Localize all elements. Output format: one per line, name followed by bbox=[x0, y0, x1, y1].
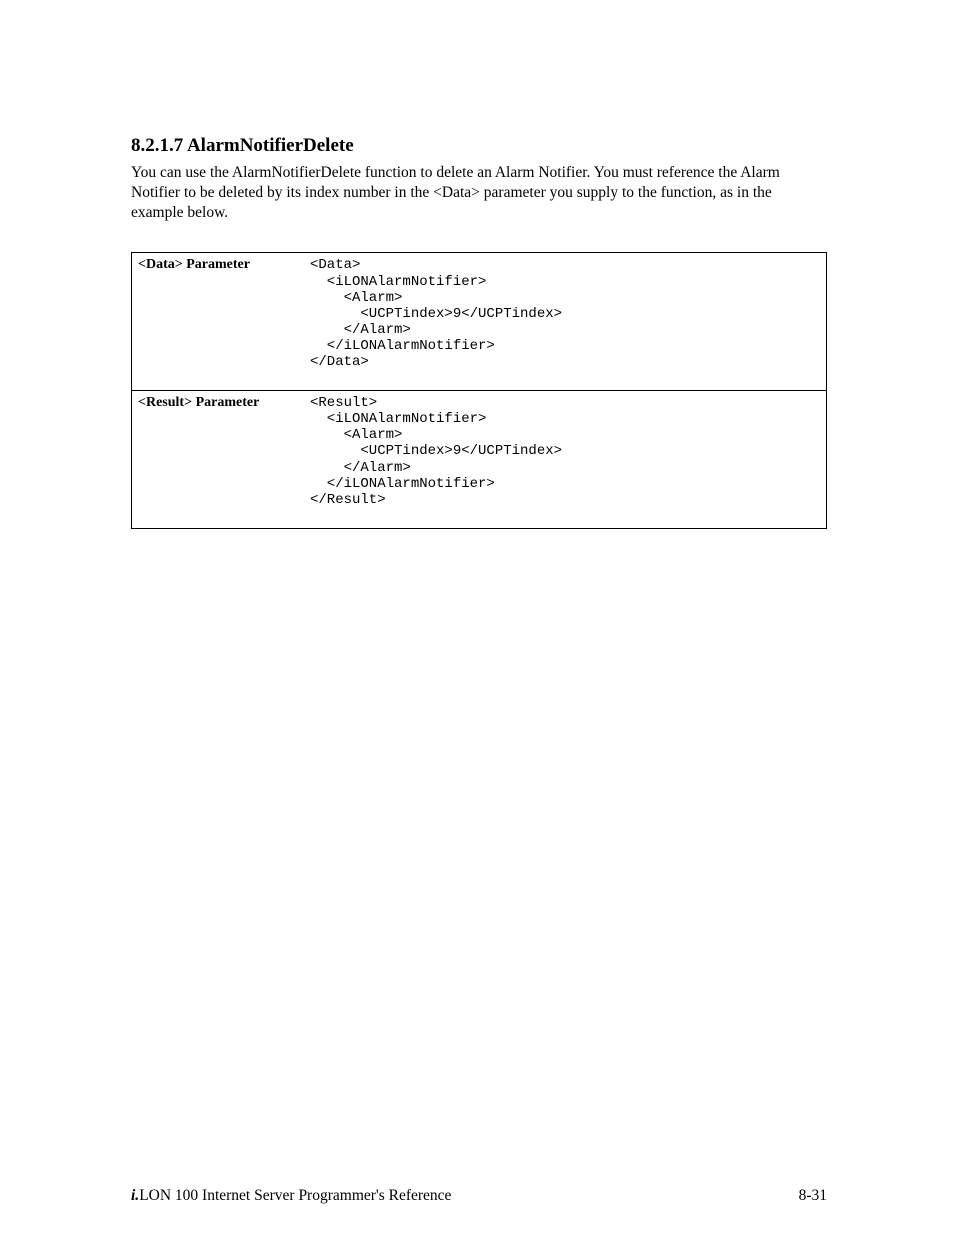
table-row: <Result> Parameter <Result> <iLONAlarmNo… bbox=[132, 391, 827, 529]
footer-title: i.LON 100 Internet Server Programmer's R… bbox=[131, 1187, 451, 1205]
footer-prefix: i. bbox=[131, 1187, 139, 1204]
page-footer: i.LON 100 Internet Server Programmer's R… bbox=[131, 1187, 827, 1205]
document-page: 8.2.1.7 AlarmNotifierDelete You can use … bbox=[0, 0, 954, 1235]
footer-doc-title: LON 100 Internet Server Programmer's Ref… bbox=[139, 1187, 451, 1204]
page-number: 8-31 bbox=[799, 1187, 827, 1205]
section-heading: 8.2.1.7 AlarmNotifierDelete bbox=[131, 135, 827, 157]
result-parameter-code: <Result> <iLONAlarmNotifier> <Alarm> <UC… bbox=[304, 391, 827, 529]
data-parameter-code: <Data> <iLONAlarmNotifier> <Alarm> <UCPT… bbox=[304, 253, 827, 391]
data-parameter-label: <Data> Parameter bbox=[132, 253, 305, 391]
parameter-table: <Data> Parameter <Data> <iLONAlarmNotifi… bbox=[131, 252, 827, 528]
result-parameter-label: <Result> Parameter bbox=[132, 391, 305, 529]
table-row: <Data> Parameter <Data> <iLONAlarmNotifi… bbox=[132, 253, 827, 391]
intro-paragraph: You can use the AlarmNotifierDelete func… bbox=[131, 163, 827, 222]
